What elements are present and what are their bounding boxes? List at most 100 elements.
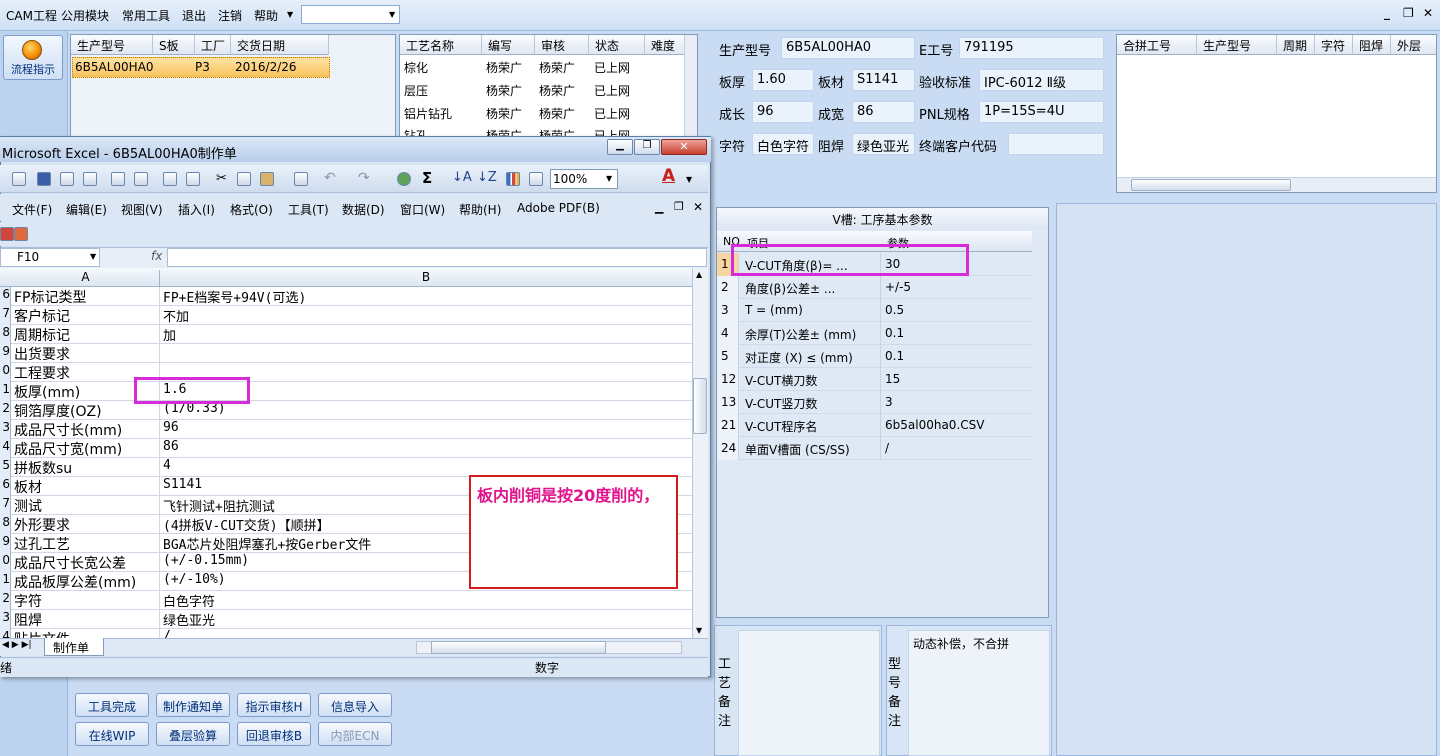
model-remarks-text[interactable]: 动态补偿，不合拼 (908, 630, 1050, 756)
menu-cam[interactable]: CAM工程 (6, 7, 57, 24)
table-row[interactable]: 24 单面V槽面 (CS/SS) / (717, 437, 1032, 460)
name-box[interactable]: F10 (0, 248, 100, 267)
row-value[interactable]: / (881, 437, 889, 455)
col-header[interactable]: 工艺名称 (400, 35, 482, 55)
stackup-check-button[interactable]: 叠层验算 (156, 722, 230, 746)
col-header[interactable]: 状态 (589, 35, 645, 55)
col-header[interactable]: 外层 (1391, 35, 1436, 55)
menu-tools[interactable]: 工具(T) (288, 201, 329, 218)
char-field[interactable]: 白色字符 (752, 133, 814, 155)
tab-nav-icon[interactable]: ◀ ▶ ▶| (2, 640, 32, 650)
row-number[interactable]: 7 (0, 496, 11, 515)
menu-common-tools[interactable]: 常用工具 (122, 7, 170, 24)
chart-wizard-icon[interactable] (506, 172, 520, 186)
indication-review-button[interactable]: 指示审核H (237, 693, 311, 717)
scrollbar[interactable] (684, 35, 697, 136)
sort-asc-icon[interactable]: ↓A (452, 170, 472, 185)
col-header[interactable]: 工厂 (195, 35, 231, 55)
table-row[interactable]: 6 FP标记类型 FP+E档案号+94V(可选) (0, 287, 692, 306)
table-row[interactable]: 5 对正度 (X) ≤ (mm) 0.1 (717, 345, 1032, 368)
info-import-button[interactable]: 信息导入 (318, 693, 392, 717)
pnl-field[interactable]: 1P=15S=4U (979, 101, 1104, 123)
row-number[interactable]: 4 (0, 629, 11, 638)
row-number[interactable]: 4 (0, 439, 11, 458)
tool-complete-button[interactable]: 工具完成 (75, 693, 149, 717)
redo-icon[interactable]: ↷ (358, 170, 370, 186)
make-notice-button[interactable]: 制作通知单 (156, 693, 230, 717)
minimize-icon[interactable]: _ (1384, 6, 1390, 20)
email-icon[interactable] (83, 172, 97, 186)
menu-file[interactable]: 文件(F) (12, 201, 52, 218)
row-value[interactable]: 3 (881, 391, 893, 409)
col-header[interactable]: 合拼工号 (1117, 35, 1197, 55)
cell-a[interactable]: 板材 (12, 477, 160, 496)
row-number[interactable]: 5 (0, 458, 11, 477)
table-row[interactable]: 21 V-CUT程序名 6b5al00ha0.CSV (717, 414, 1032, 437)
menu-data[interactable]: 数据(D) (342, 201, 385, 218)
row-number[interactable]: 1 (0, 572, 11, 591)
cell-b[interactable]: FP+E档案号+94V(可选) (161, 287, 691, 306)
minimize-icon[interactable]: ▁ (655, 201, 663, 214)
cell-b[interactable]: 86 (161, 439, 691, 458)
chevron-down-icon[interactable]: ▼ (606, 174, 612, 183)
scroll-thumb[interactable] (1131, 179, 1291, 191)
autosum-icon[interactable]: Σ (422, 169, 432, 187)
col-header[interactable]: 阻焊 (1353, 35, 1391, 55)
row-number[interactable]: 3 (0, 420, 11, 439)
menu-format[interactable]: 格式(O) (230, 201, 273, 218)
online-wip-button[interactable]: 在线WIP (75, 722, 149, 746)
menu-common-modules[interactable]: 公用模块 (61, 7, 109, 24)
permission-icon[interactable] (60, 172, 74, 186)
font-color-icon[interactable]: A (662, 166, 675, 186)
eno-field[interactable]: 791195 (959, 37, 1104, 59)
cell-a[interactable]: 过孔工艺 (12, 534, 160, 553)
menu-view[interactable]: 视图(V) (121, 201, 163, 218)
spelling-icon[interactable] (163, 172, 177, 186)
internal-ecn-button[interactable]: 内部ECN (318, 722, 392, 746)
menu-logout[interactable]: 注销 (218, 7, 242, 24)
table-row[interactable]: 1 板厚(mm) 1.6 (0, 382, 692, 401)
row-number[interactable]: 8 (0, 325, 11, 344)
row-value[interactable]: 6b5al00ha0.CSV (881, 414, 984, 432)
row-number[interactable]: 2 (0, 401, 11, 420)
table-row[interactable]: 8 周期标记加 (0, 325, 692, 344)
tab-sheet[interactable]: 制作单 (44, 638, 104, 656)
menu-help[interactable]: 帮助 (254, 7, 278, 24)
cell-a[interactable]: 外形要求 (12, 515, 160, 534)
fx-icon[interactable]: fx (151, 249, 162, 263)
cell-a[interactable]: 客户标记 (12, 306, 160, 325)
scroll-thumb[interactable] (693, 378, 707, 434)
cell-a[interactable]: 周期标记 (12, 325, 160, 344)
menu-edit[interactable]: 编辑(E) (66, 201, 107, 218)
cell-a[interactable]: 拼板数su (12, 458, 160, 477)
hyperlink-icon[interactable] (397, 172, 411, 186)
table-row[interactable]: 4 余厚(T)公差± (mm) 0.1 (717, 322, 1032, 345)
table-row[interactable]: 4 成品尺寸宽(mm) 86 (0, 439, 692, 458)
cell-a[interactable]: 字符 (12, 591, 160, 610)
cell-a[interactable]: 成品尺寸长(mm) (12, 420, 160, 439)
table-row[interactable]: 3T = (mm) 0.5 (717, 299, 1032, 322)
col-a-header[interactable]: A (12, 270, 160, 287)
cell-a[interactable]: 贴片文件 (12, 629, 160, 638)
cell-a[interactable]: 测试 (12, 496, 160, 515)
table-row[interactable]: 3 阻焊 绿色亚光 (0, 610, 692, 629)
table-row[interactable]: 0 工程要求 (0, 363, 692, 382)
standard-field[interactable]: IPC-6012 Ⅱ级 (979, 69, 1104, 91)
save-icon[interactable] (37, 172, 51, 186)
col-header[interactable]: 难度 (645, 35, 685, 55)
row-number[interactable]: 6 (0, 287, 11, 306)
cell-b[interactable] (161, 344, 691, 363)
cell-a[interactable]: FP标记类型 (12, 287, 160, 306)
row-number[interactable]: 8 (0, 515, 11, 534)
cell-b[interactable]: 不加 (161, 306, 691, 325)
scroll-down-icon[interactable]: ▼ (696, 626, 702, 635)
row-value[interactable]: 0.1 (881, 345, 904, 363)
row-number[interactable]: 2 (0, 591, 11, 610)
table-row[interactable]: 2 铜箔厚度(OZ) (1/0.33) (0, 401, 692, 420)
row-number[interactable]: 3 (0, 610, 11, 629)
row-number[interactable]: 0 (0, 553, 11, 572)
cell-a[interactable]: 成品尺寸长宽公差 (12, 553, 160, 572)
customer-code-field[interactable] (1008, 133, 1104, 155)
menu-window[interactable]: 窗口(W) (400, 201, 445, 218)
table-row[interactable]: 9 出货要求 (0, 344, 692, 363)
